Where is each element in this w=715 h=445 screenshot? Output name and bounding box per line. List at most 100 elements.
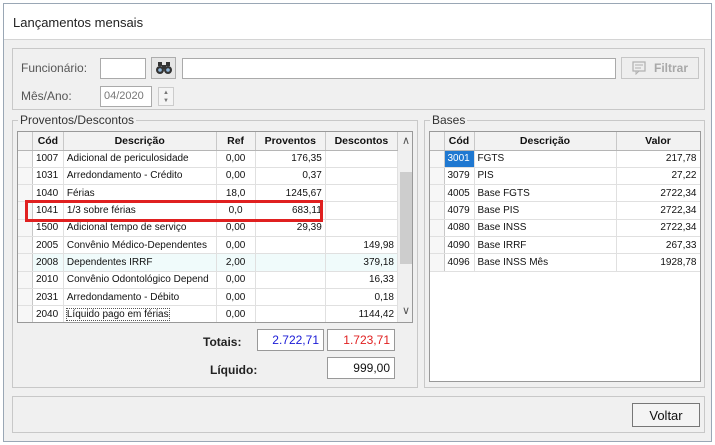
row-selector[interactable] [430,167,445,186]
col-header-descricao[interactable]: Descrição [63,132,217,151]
cell-descricao: Base PIS [474,201,617,220]
table-row[interactable]: 2040 Líquido pago em férias 0,00 1144,42 [18,305,399,322]
cell-descricao-focused[interactable]: Líquido pago em férias [63,305,217,322]
col-header-cod[interactable]: Cód [444,132,475,151]
cell-ref: 0,00 [216,271,256,289]
proventos-scrollbar[interactable]: ∧ ∨ [398,132,412,322]
total-proventos: 2.722,71 [257,329,324,351]
row-selector[interactable] [18,288,33,307]
col-header-cod[interactable]: Cód [32,132,64,151]
funcionario-code-input[interactable] [100,58,146,79]
proventos-descontos-group: Proventos/Descontos Cód Descrição Ref Pr… [12,113,418,388]
mesano-label: Mês/Ano: [21,89,72,103]
row-selector[interactable] [430,184,445,203]
table-row[interactable]: 4096 Base INSS Mês 1928,78 [430,253,700,272]
mesano-spinner[interactable]: ▲ ▼ [158,87,174,106]
row-selector[interactable] [430,150,445,168]
cell-ref: 0,00 [216,219,256,237]
table-row[interactable]: 1500 Adicional tempo de serviço 0,00 29,… [18,219,399,237]
row-selector[interactable] [18,236,33,255]
mesano-input[interactable]: 04/2020 [100,86,152,107]
col-header-descricao[interactable]: Descrição [474,132,617,151]
table-row[interactable]: 1041 1/3 sobre férias 0,0 683,11 [18,201,399,220]
cell-cod: 1007 [32,150,64,168]
cell-descricao: Base FGTS [474,184,617,203]
footer-panel: Voltar [12,396,705,433]
cell-valor: 2722,34 [616,219,700,237]
cell-cod: 4090 [444,236,475,255]
row-selector[interactable] [18,201,33,220]
totais-label: Totais: [203,335,242,349]
table-row[interactable]: 4079 Base PIS 2722,34 [430,201,700,220]
filter-button[interactable]: Filtrar [621,57,699,79]
row-selector[interactable] [18,184,33,203]
table-row[interactable]: 3079 PIS 27,22 [430,167,700,186]
table-row[interactable]: 2005 Convênio Médico-Dependentes 0,00 14… [18,236,399,255]
bases-group: Bases Cód Descrição Valor 3001 FGTS 217,… [424,113,705,388]
filter-panel: Funcionário: Filtrar Mês/Ano: 04/2020 ▲ … [12,48,705,110]
cell-cod: 1041 [32,201,64,220]
cell-cod: 1500 [32,219,64,237]
proventos-header-row: Cód Descrição Ref Proventos Descontos [18,132,399,151]
table-row[interactable]: 2008 Dependentes IRRF 2,00 379,18 [18,253,399,272]
cell-proventos [255,271,326,289]
table-row[interactable]: 2031 Arredondamento - Débito 0,00 0,18 [18,288,399,307]
row-selector[interactable] [18,167,33,186]
row-selector-header [18,132,33,151]
row-selector[interactable] [18,253,33,272]
proventos-descontos-legend: Proventos/Descontos [18,113,137,127]
col-header-proventos[interactable]: Proventos [255,132,326,151]
row-selector[interactable] [430,253,445,272]
table-row[interactable]: 1031 Arredondamento - Crédito 0,00 0,37 [18,167,399,186]
cell-descricao: Dependentes IRRF [63,253,217,272]
cell-ref: 0,0 [216,201,256,220]
cell-descricao: Adicional tempo de serviço [63,219,217,237]
cell-descricao: PIS [474,167,617,186]
spin-down-icon[interactable]: ▼ [163,97,169,105]
proventos-grid[interactable]: Cód Descrição Ref Proventos Descontos 10… [17,131,413,323]
funcionario-name-input[interactable] [182,58,616,79]
col-header-descontos[interactable]: Descontos [325,132,399,151]
cell-cod: 2031 [32,288,64,307]
cell-proventos: 0,37 [255,167,326,186]
window-title: Lançamentos mensais [4,4,711,40]
row-selector[interactable] [430,201,445,220]
cell-descontos: 1144,42 [325,305,399,322]
cell-valor: 267,33 [616,236,700,255]
scroll-up-icon[interactable]: ∧ [398,134,412,150]
table-row[interactable]: 3001 FGTS 217,78 [430,150,700,168]
table-row[interactable]: 4005 Base FGTS 2722,34 [430,184,700,203]
row-selector-header [430,132,445,151]
table-row[interactable]: 1040 Férias 18,0 1245,67 [18,184,399,203]
col-header-ref[interactable]: Ref [216,132,256,151]
table-row[interactable]: 2010 Convênio Odontológico Depend 0,00 1… [18,271,399,289]
table-row[interactable]: 4080 Base INSS 2722,34 [430,219,700,237]
cell-ref: 0,00 [216,167,256,186]
scroll-thumb[interactable] [400,172,412,264]
cell-proventos: 1245,67 [255,184,326,203]
row-selector[interactable] [18,271,33,289]
voltar-button[interactable]: Voltar [632,403,700,427]
row-selector[interactable] [18,219,33,237]
row-selector[interactable] [430,236,445,255]
scroll-down-icon[interactable]: ∨ [398,304,412,320]
row-selector[interactable] [18,305,33,322]
col-header-valor[interactable]: Valor [616,132,700,151]
bases-grid[interactable]: Cód Descrição Valor 3001 FGTS 217,78 307 [429,131,701,382]
cell-cod: 1040 [32,184,64,203]
cell-cod-selected[interactable]: 3001 [444,150,475,168]
search-employee-button[interactable] [151,57,176,79]
spin-up-icon[interactable]: ▲ [163,89,169,97]
table-row[interactable]: 4090 Base IRRF 267,33 [430,236,700,255]
cell-valor: 2722,34 [616,201,700,220]
table-row[interactable]: 1007 Adicional de periculosidade 0,00 17… [18,150,399,168]
cell-ref: 0,00 [216,236,256,255]
cell-proventos: 176,35 [255,150,326,168]
cell-descricao: FGTS [474,150,617,168]
cell-cod: 2005 [32,236,64,255]
cell-descontos: 16,33 [325,271,399,289]
cell-cod: 4080 [444,219,475,237]
cell-cod: 2008 [32,253,64,272]
row-selector[interactable] [430,219,445,237]
row-selector[interactable] [18,150,33,168]
